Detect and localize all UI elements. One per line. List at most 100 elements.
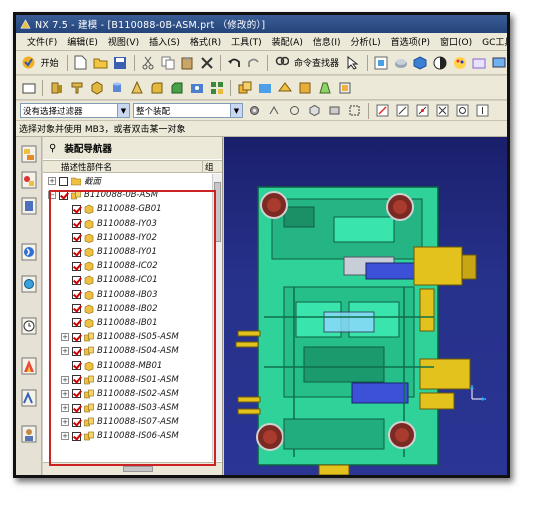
visibility-checkbox[interactable] [72,417,81,427]
chamfer-icon[interactable] [168,79,185,96]
selection-arrow-icon[interactable] [345,54,362,71]
vertical-scrollbar[interactable] [212,174,222,461]
command-finder-icon[interactable] [273,54,290,71]
visibility-checkbox[interactable] [59,176,68,186]
expand-icon[interactable]: + [61,375,69,384]
select-body-icon[interactable] [306,102,323,119]
expand-icon[interactable]: + [61,333,69,342]
visibility-checkbox[interactable] [72,247,81,257]
render-style-icon[interactable] [392,54,409,71]
expand-icon[interactable]: + [61,432,69,441]
orient-view-icon[interactable] [412,54,429,71]
assembly-navigator-tab[interactable] [19,143,38,165]
constraint-navigator-tab[interactable] [19,169,38,191]
visibility-checkbox[interactable] [72,431,81,441]
color-palette-icon[interactable] [451,54,468,71]
menu-view[interactable]: 视图(V) [103,35,144,48]
tree-row[interactable]: B110088-IY01 [43,245,222,259]
tree-row[interactable]: B110088-IY02 [43,231,222,245]
scrollbar-thumb[interactable] [123,466,153,472]
tree-row[interactable]: + 截面 [43,174,222,188]
start-icon[interactable] [20,54,37,71]
shell-icon[interactable] [336,79,353,96]
shading-icon[interactable] [432,54,449,71]
draft-icon[interactable] [316,79,333,96]
command-finder-button[interactable]: 命令查找器 [294,56,339,69]
tree-row[interactable]: + B110088-IS07-ASM [43,415,222,429]
visibility-checkbox[interactable] [72,304,81,314]
subtract-icon[interactable] [256,79,273,96]
tree-row[interactable]: B110088-GB01 [43,202,222,216]
settings-icon[interactable] [246,102,263,119]
tree-row[interactable]: B110088-IB01 [43,316,222,330]
visibility-checkbox[interactable] [72,261,81,271]
snap-endpoint-icon[interactable] [374,102,391,119]
menu-edit[interactable]: 编辑(E) [62,35,103,48]
snap-center-icon[interactable] [454,102,471,119]
tree-row[interactable]: + B110088-IS03-ASM [43,401,222,415]
reuse-library-tab[interactable] [19,241,38,263]
menu-file[interactable]: 文件(F) [22,35,62,48]
system-materials-tab[interactable] [19,355,38,377]
menu-format[interactable]: 格式(R) [185,35,226,48]
visibility-checkbox[interactable] [72,403,81,413]
visibility-checkbox[interactable] [72,389,81,399]
unite-icon[interactable] [236,79,253,96]
menu-insert[interactable]: 插入(S) [144,35,185,48]
part-navigator-tab[interactable] [19,195,38,217]
tree-row[interactable]: B110088-IB02 [43,302,222,316]
trim-body-icon[interactable] [296,79,313,96]
web-browser-tab[interactable] [19,273,38,295]
column-header-name[interactable]: 描述性部件名 [43,161,203,173]
pattern-icon[interactable] [208,79,225,96]
collapse-icon[interactable]: − [48,191,56,200]
tree-row[interactable]: + B110088-IS02-ASM [43,387,222,401]
save-icon[interactable] [112,54,129,71]
menu-assembly[interactable]: 装配(A) [267,35,308,48]
menu-gc-toolbox[interactable]: GC工具箱 [477,35,507,48]
tree-row[interactable]: B110088-IB03 [43,288,222,302]
visibility-checkbox[interactable] [59,190,68,200]
menu-window[interactable]: 窗口(O) [435,35,477,48]
expand-icon[interactable]: + [61,418,69,427]
visibility-checkbox[interactable] [72,332,81,342]
scrollbar-thumb[interactable] [214,182,221,242]
open-folder-icon[interactable] [92,54,109,71]
select-face-icon[interactable] [286,102,303,119]
snap-tangent-icon[interactable] [474,102,491,119]
navigator-pin-icon[interactable]: ⚲ [49,143,56,154]
expand-icon[interactable]: + [61,347,69,356]
tree-row[interactable]: B110088-IC02 [43,259,222,273]
menu-tools[interactable]: 工具(T) [226,35,267,48]
history-tab[interactable] [19,315,38,337]
redo-icon[interactable] [246,54,263,71]
tree-row[interactable]: − B110088-0B-ASM [43,188,222,202]
menu-preferences[interactable]: 首选项(P) [386,35,435,48]
sketch-icon[interactable] [20,79,37,96]
tree-row[interactable]: B110088-IY03 [43,217,222,231]
edge-blend-icon[interactable] [148,79,165,96]
visibility-checkbox[interactable] [72,219,81,229]
display-icon[interactable] [490,54,507,71]
menu-information[interactable]: 信息(I) [308,35,346,48]
menu-analysis[interactable]: 分析(L) [346,35,386,48]
tree-row[interactable]: + B110088-IS06-ASM [43,429,222,443]
tree-row[interactable]: B110088-MB01 [43,358,222,372]
visibility-checkbox[interactable] [72,290,81,300]
visibility-checkbox[interactable] [72,318,81,328]
block-icon[interactable] [88,79,105,96]
expand-icon[interactable]: + [61,404,69,413]
horizontal-scrollbar[interactable] [43,462,222,475]
visibility-checkbox[interactable] [72,361,81,371]
chevron-down-icon[interactable]: ▼ [117,104,129,117]
visibility-checkbox[interactable] [72,275,81,285]
tree-row[interactable]: + B110088-IS04-ASM [43,344,222,358]
graphics-viewport[interactable] [224,137,507,475]
visibility-checkbox[interactable] [72,204,81,214]
revolve-icon[interactable] [68,79,85,96]
column-header-extra[interactable]: 组 [203,161,214,173]
snap-control-icon[interactable] [414,102,431,119]
select-rectangle-icon[interactable] [346,102,363,119]
cut-icon[interactable] [140,54,157,71]
process-studio-tab[interactable] [19,387,38,409]
